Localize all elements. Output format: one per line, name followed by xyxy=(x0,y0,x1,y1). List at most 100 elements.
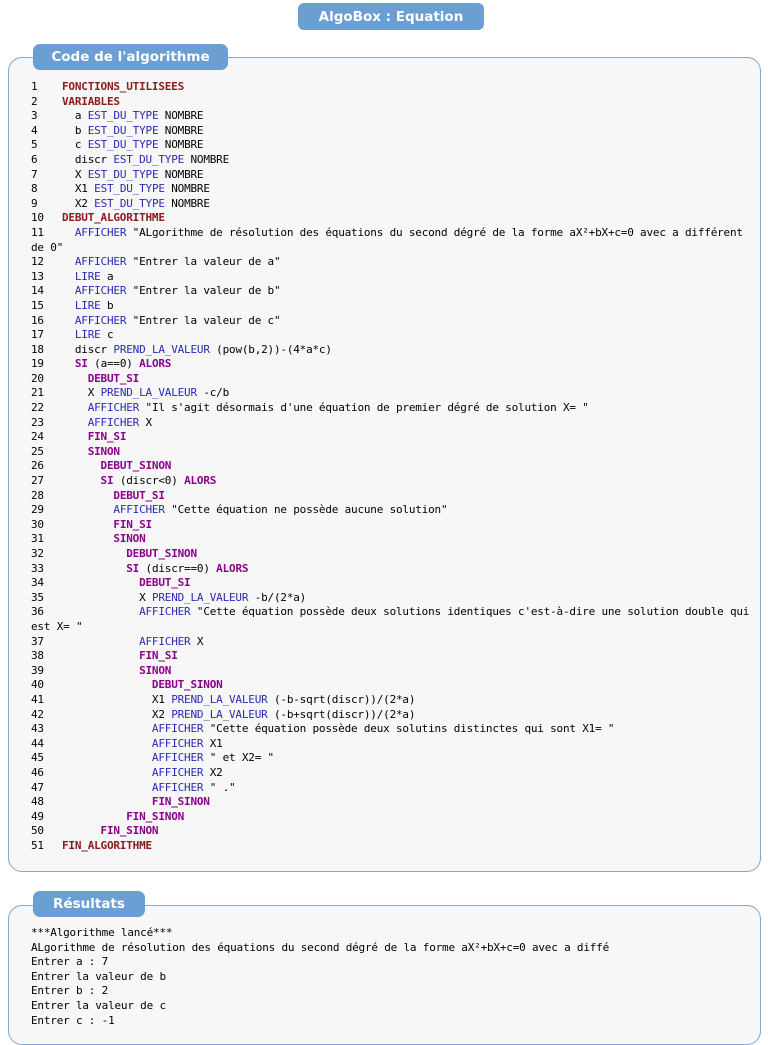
code-text: NOMBRE xyxy=(158,109,204,123)
code-keyword: DEBUT_SINON xyxy=(100,459,172,473)
code-keyword: FIN_SINON xyxy=(100,824,159,838)
line-number: 9 xyxy=(31,196,38,210)
result-line: Entrer la valeur de b xyxy=(31,969,166,983)
code-keyword: AFFICHER xyxy=(139,605,191,619)
code-keyword: PREND_LA_VALEUR xyxy=(171,692,268,706)
code-line: 3 a EST_DU_TYPE NOMBRE xyxy=(31,109,753,124)
code-line: 5 c EST_DU_TYPE NOMBRE xyxy=(31,138,753,153)
code-line: 33 SI (discr==0) ALORS xyxy=(31,562,753,577)
code-line: 12 AFFICHER "Entrer la valeur de a" xyxy=(31,255,753,270)
line-number: 15 xyxy=(31,298,44,312)
code-keyword: SI xyxy=(126,561,140,575)
code-line: 25 SINON xyxy=(31,445,753,460)
code-keyword: DEBUT_SI xyxy=(87,371,140,385)
code-line: 35 X PREND_LA_VALEUR -b/(2*a) xyxy=(31,591,753,606)
line-number: 22 xyxy=(31,401,44,415)
code-keyword: AFFICHER xyxy=(151,751,204,765)
code-line: 30 FIN_SI xyxy=(31,518,753,533)
code-line: 26 DEBUT_SINON xyxy=(31,459,753,474)
line-number: 17 xyxy=(31,328,44,342)
code-keyword: ALORS xyxy=(139,357,172,371)
code-line: 44 AFFICHER X1 xyxy=(31,737,753,752)
code-text: "Entrer la valeur de c" xyxy=(126,313,281,327)
code-line: 6 discr EST_DU_TYPE NOMBRE xyxy=(31,153,753,168)
code-line: 18 discr PREND_LA_VALEUR (pow(b,2))-(4*a… xyxy=(31,343,753,358)
code-text: NOMBRE xyxy=(164,196,210,210)
line-number: 8 xyxy=(31,182,38,196)
code-line: 7 X EST_DU_TYPE NOMBRE xyxy=(31,168,753,183)
code-line: 2 VARIABLES xyxy=(31,95,753,110)
code-line: 23 AFFICHER X xyxy=(31,416,753,431)
code-keyword: PREND_LA_VALEUR xyxy=(113,342,210,356)
code-keyword: DEBUT_SINON xyxy=(151,678,223,692)
code-line: 51 FIN_ALGORITHME xyxy=(31,839,753,854)
code-keyword: EST_DU_TYPE xyxy=(87,123,159,137)
code-text: X1 xyxy=(151,692,172,706)
line-number: 2 xyxy=(31,94,38,108)
code-keyword: LIRE xyxy=(74,328,101,342)
code-line: 29 AFFICHER "Cette équation ne possède a… xyxy=(31,503,753,518)
code-text: X2 xyxy=(151,707,172,721)
line-number: 37 xyxy=(31,634,44,648)
code-keyword: SI xyxy=(100,474,114,488)
code-text: "Cette équation possède deux solutins di… xyxy=(203,722,615,736)
code-text: "Entrer la valeur de a" xyxy=(126,255,281,269)
code-keyword: SINON xyxy=(139,663,172,677)
line-number: 13 xyxy=(31,269,44,283)
code-line: 22 AFFICHER "Il s'agit désormais d'une é… xyxy=(31,401,753,416)
code-text: b xyxy=(74,123,88,137)
code-line: 43 AFFICHER "Cette équation possède deux… xyxy=(31,722,753,737)
code-text: "ALgorithme de résolution des équations … xyxy=(31,225,750,254)
result-line: Entrer c : -1 xyxy=(31,1013,115,1027)
line-number: 1 xyxy=(31,80,38,93)
line-number: 25 xyxy=(31,444,44,458)
code-line: 15 LIRE b xyxy=(31,299,753,314)
code-line: 42 X2 PREND_LA_VALEUR (-b+sqrt(discr))/(… xyxy=(31,708,753,723)
code-text: discr xyxy=(74,152,114,166)
code-text: "Cette équation ne possède aucune soluti… xyxy=(164,503,448,517)
code-text: (a==0) xyxy=(87,357,140,371)
result-line: Entrer la valeur de c xyxy=(31,998,166,1012)
line-number: 6 xyxy=(31,152,38,166)
line-number: 4 xyxy=(31,123,38,137)
results-output: ***Algorithme lancé*** ALgorithme de réso… xyxy=(31,926,726,1028)
code-text: b xyxy=(100,298,114,312)
code-line: 16 AFFICHER "Entrer la valeur de c" xyxy=(31,314,753,329)
code-keyword: FONCTIONS_UTILISEES xyxy=(62,80,185,93)
code-keyword: FIN_SINON xyxy=(126,809,185,823)
line-number: 30 xyxy=(31,517,44,531)
code-keyword: LIRE xyxy=(74,269,101,283)
code-keyword: DEBUT_SINON xyxy=(126,547,197,560)
code-keyword: FIN_ALGORITHME xyxy=(62,838,152,852)
code-line: 10 DEBUT_ALGORITHME xyxy=(31,211,753,226)
code-keyword: ALORS xyxy=(216,561,249,575)
code-line: 9 X2 EST_DU_TYPE NOMBRE xyxy=(31,197,753,212)
line-number: 51 xyxy=(31,838,44,852)
code-line: 36 AFFICHER "Cette équation possède deux… xyxy=(31,605,753,634)
code-keyword: FIN_SI xyxy=(113,517,152,531)
code-text: NOMBRE xyxy=(158,167,204,181)
code-keyword: EST_DU_TYPE xyxy=(87,109,159,123)
line-number: 14 xyxy=(31,284,44,298)
code-keyword: AFFICHER xyxy=(151,722,204,736)
code-text: NOMBRE xyxy=(158,123,204,137)
